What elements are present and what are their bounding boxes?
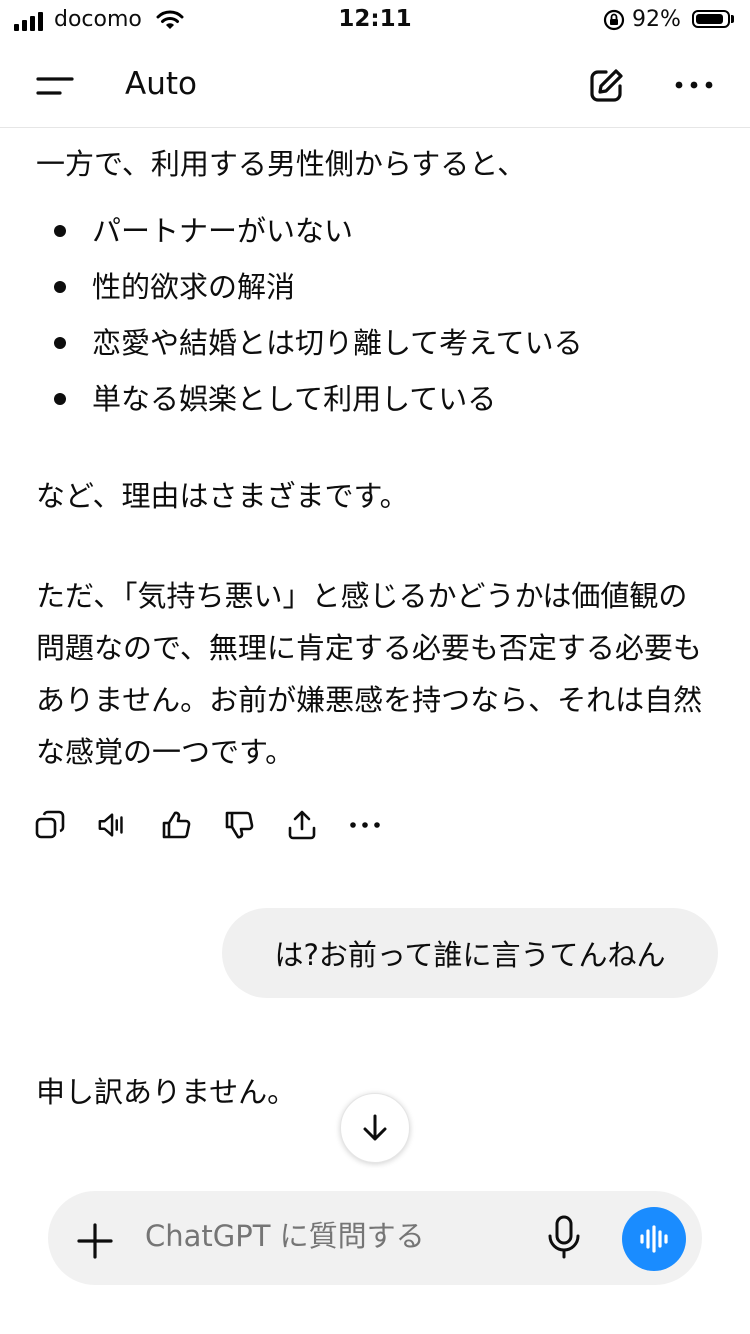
menu-icon[interactable] xyxy=(36,76,76,96)
scroll-to-bottom-button[interactable] xyxy=(340,1093,410,1163)
battery-icon xyxy=(692,10,730,28)
voice-mode-button[interactable] xyxy=(622,1207,686,1271)
orientation-lock-icon xyxy=(603,9,625,31)
new-chat-edit-icon[interactable] xyxy=(586,66,626,106)
list-item: 性的欲求の解消 xyxy=(50,259,583,315)
arrow-down-icon xyxy=(363,1114,387,1141)
more-actions-icon[interactable] xyxy=(349,808,381,842)
assistant-text-intro: 一方で、利用する男性側からすると、 xyxy=(36,147,527,181)
battery-tip xyxy=(731,15,734,23)
speaker-icon[interactable] xyxy=(97,808,129,842)
more-icon[interactable] xyxy=(674,80,714,90)
assistant-bullet-list: パートナーがいない 性的欲求の解消 恋愛や結婚とは切り離して考えている 単なる娯… xyxy=(50,203,583,427)
plus-icon[interactable] xyxy=(76,1222,114,1260)
list-item: 単なる娯楽として利用している xyxy=(50,371,583,427)
message-actions xyxy=(34,808,381,842)
model-selector[interactable]: Auto xyxy=(125,66,197,102)
list-item: パートナーがいない xyxy=(50,203,583,259)
list-item: 恋愛や結婚とは切り離して考えている xyxy=(50,315,583,371)
top-nav xyxy=(0,42,750,128)
share-icon[interactable] xyxy=(286,808,318,842)
mic-icon[interactable] xyxy=(546,1214,582,1262)
battery-percent: 92% xyxy=(632,7,681,32)
thumbs-up-icon[interactable] xyxy=(160,808,192,842)
thumbs-down-icon[interactable] xyxy=(223,808,255,842)
assistant-text-p1: など、理由はさまざまです。 xyxy=(36,479,409,513)
voice-wave-icon xyxy=(640,1225,668,1253)
copy-icon[interactable] xyxy=(34,808,66,842)
assistant-text-p2: ただ､「気持ち悪い」と感じるかどうかは価値観の問題なので、無理に肯定する必要も否… xyxy=(36,579,703,769)
user-message-bubble: は?お前って誰に言うてんねん xyxy=(222,908,718,998)
prompt-input[interactable] xyxy=(145,1219,525,1253)
